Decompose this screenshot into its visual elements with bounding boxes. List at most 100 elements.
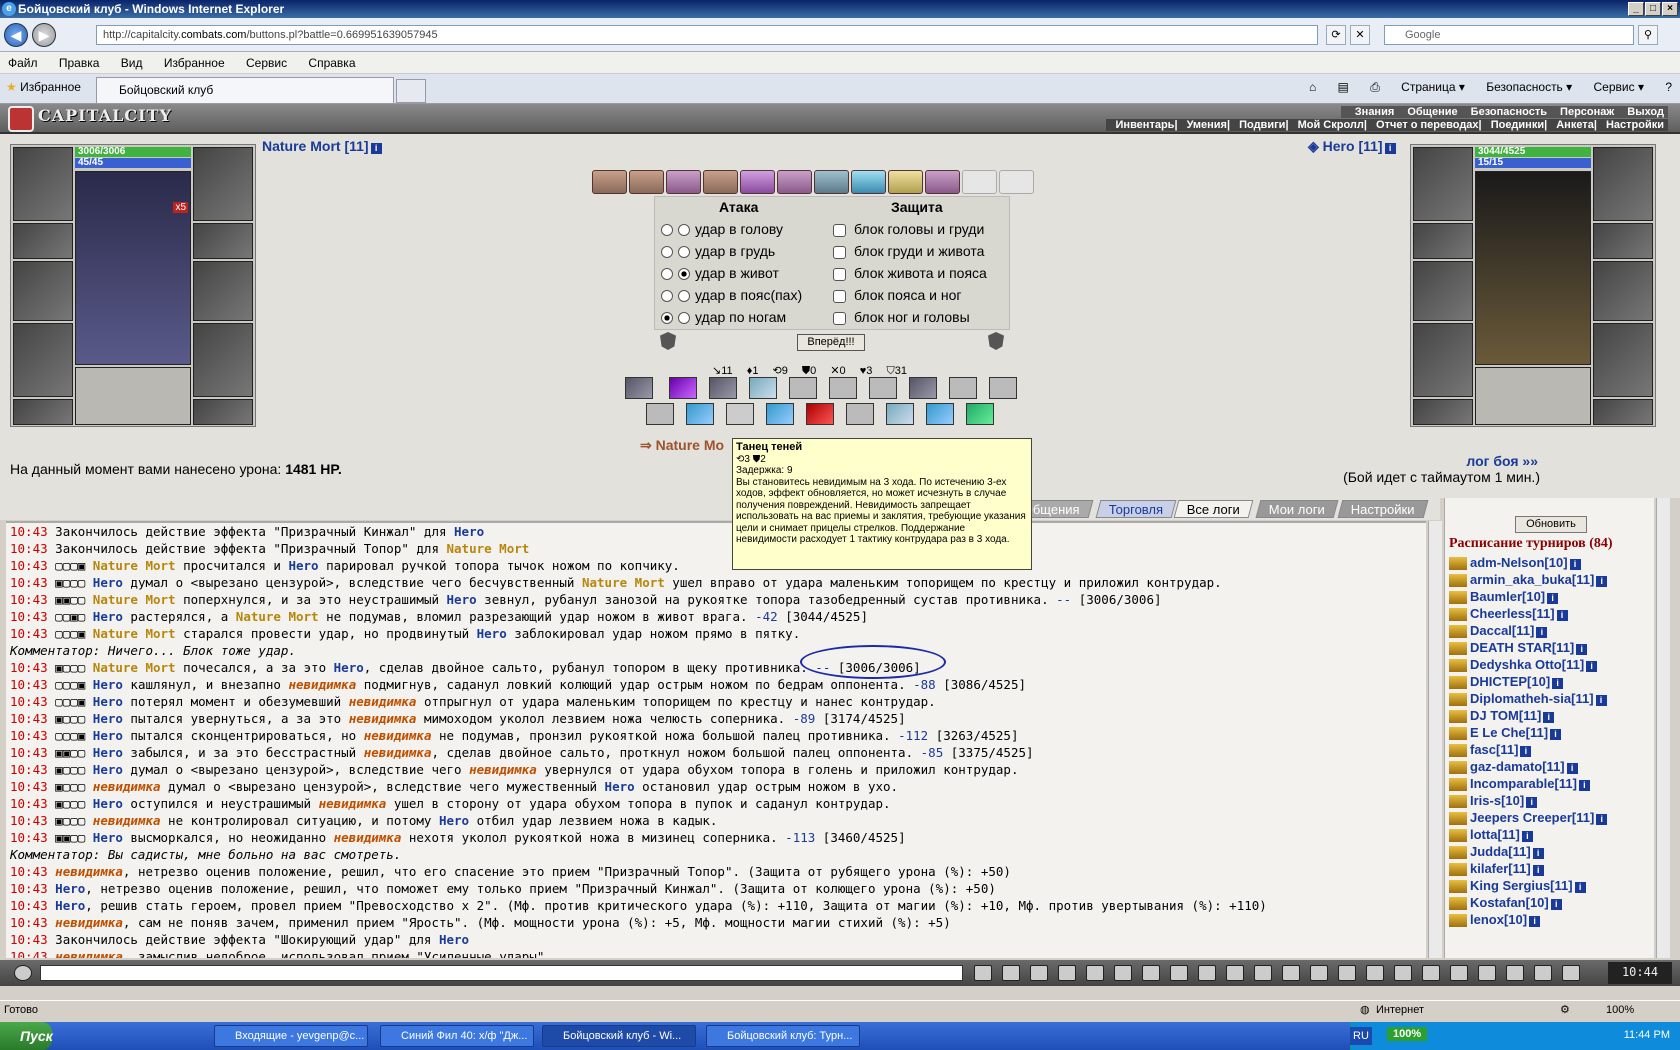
trick-icon[interactable] [926,403,954,425]
opp-right-slot-3[interactable] [1593,261,1653,321]
scroll-slot[interactable] [777,170,812,194]
chat-tool-icon[interactable] [1226,965,1244,981]
stop-icon[interactable]: ✕ [1350,25,1370,45]
menu-view[interactable]: Вид [121,56,143,70]
tournament-player[interactable]: fasc[11] i [1449,741,1532,758]
subnav-settings[interactable]: Настройки [1606,119,1664,131]
scroll-slot[interactable] [888,170,923,194]
block-radio[interactable] [833,289,846,303]
subnav-scroll[interactable]: Мой Скролл [1298,119,1364,131]
player-name[interactable]: gaz-damato[11] [1470,759,1565,774]
block-belt-legs-row[interactable]: блок пояса и ног [833,285,961,305]
right-slot-4[interactable] [193,323,253,397]
subnav-battles[interactable]: Поединки [1491,119,1544,131]
language-indicator[interactable]: RU [1350,1027,1372,1045]
back-button[interactable]: ◀ [4,23,28,47]
go-button[interactable]: Вперёд!!! [797,334,865,351]
player-name[interactable]: armin_aka_buka[11] [1470,572,1594,587]
player-name[interactable]: lotta[11] [1470,827,1520,842]
tournament-player[interactable]: kilafer[11] i [1449,860,1544,877]
tournament-player[interactable]: Judda[11] i [1449,843,1544,860]
trick-icon[interactable] [949,377,977,399]
chat-tool-icon[interactable] [974,965,992,981]
opp-rings-slots[interactable] [1475,367,1591,425]
tournament-player[interactable]: Daccal[11] i [1449,622,1548,639]
new-tab-button[interactable] [396,79,426,103]
tournament-player[interactable]: lenox[10] i [1449,911,1541,928]
right-slot-2[interactable] [193,223,253,259]
scroll-slot[interactable] [703,170,738,194]
player-name[interactable]: E Le Che[11] [1470,725,1548,740]
info-icon[interactable]: i [1543,712,1555,723]
info-icon[interactable]: i [1532,865,1544,876]
menu-tools[interactable]: Сервис [246,56,287,70]
log-scrollbar[interactable] [1428,521,1442,958]
close-window-button[interactable]: × [1662,2,1678,16]
search-input[interactable]: Google [1384,25,1634,45]
player-name[interactable]: Baumler[10] [1470,589,1545,604]
trick-icon[interactable] [966,403,994,425]
attack-groin-row[interactable]: удар в пояс(пах) [661,285,802,305]
tournament-player[interactable]: Kostafan[10] i [1449,894,1562,911]
print-icon[interactable]: ⎙ [1370,80,1380,94]
info-icon[interactable]: i [1550,899,1562,910]
attack-radio-2[interactable] [678,290,690,303]
chat-tool-icon[interactable] [1086,965,1104,981]
player-name[interactable]: Iris-s[10] [1470,793,1524,808]
tournament-player[interactable]: adm-Nelson[10] i [1449,554,1581,571]
subnav-profile[interactable]: Анкета [1556,119,1594,131]
scroll-slot[interactable] [814,170,849,194]
chat-input[interactable] [40,965,963,981]
opp-right-slot-1[interactable] [1593,147,1653,221]
task-browser-1[interactable]: Синий Фил 40: х/ф "Дж... [380,1025,534,1047]
trick-icon[interactable] [709,377,737,399]
player-name[interactable]: DEATH STAR[11] [1470,640,1574,655]
trick-icon[interactable] [886,403,914,425]
empty-scroll-slot[interactable] [999,170,1034,194]
chat-tool-icon[interactable] [1030,965,1048,981]
task-mail[interactable]: Входящие - yevgenp@c... [214,1025,368,1047]
block-legs-head-row[interactable]: блок ног и головы [833,307,970,327]
chat-tool-icon[interactable] [1366,965,1384,981]
scroll-slot[interactable] [592,170,627,194]
player-name[interactable]: Jeepers Creeper[11] [1470,810,1594,825]
tournament-player[interactable]: E Le Che[11] i [1449,724,1562,741]
info-icon[interactable]: i [1532,848,1544,859]
rings-slots[interactable] [75,367,191,425]
feeds-icon[interactable]: ▤ [1338,80,1349,94]
scroll-slot[interactable] [851,170,886,194]
tab-settings[interactable]: Настройки [1337,500,1429,518]
player-name[interactable]: Kostafan[10] [1470,895,1549,910]
boots-slot[interactable] [193,399,253,425]
menu-edit[interactable]: Правка [59,56,100,70]
info-icon[interactable]: i [1526,797,1538,808]
block-head-chest-row[interactable]: блок головы и груди [833,219,984,239]
info-icon[interactable]: i [1547,593,1559,604]
player-name[interactable]: King Sergius[11] [1470,878,1573,893]
attack-radio[interactable] [661,290,673,303]
info-icon[interactable]: i [1574,882,1586,893]
nav-exit[interactable]: Выход [1627,106,1664,118]
chat-tool-icon[interactable] [1058,965,1076,981]
right-slot-1[interactable] [193,147,253,221]
info-icon[interactable]: i [1596,814,1608,825]
scroll-slot[interactable] [629,170,664,194]
task-tournament[interactable]: Бойцовский клуб: Турн... [706,1025,860,1047]
weapon-slot[interactable] [13,261,73,321]
attack-radio-2-selected[interactable] [678,268,690,281]
chat-options-icon[interactable] [14,965,32,981]
tournament-player[interactable]: Baumler[10] i [1449,588,1559,605]
opp-weapon-slot[interactable] [1413,261,1473,321]
player-name[interactable]: Daccal[11] [1470,623,1534,638]
tournament-player[interactable]: DHICTEP[10] i [1449,673,1564,690]
player-name[interactable]: fasc[11] [1470,742,1518,757]
scroll-slot[interactable] [666,170,701,194]
chat-tool-icon[interactable] [1282,965,1300,981]
maximize-button[interactable]: □ [1645,2,1661,16]
trick-icon[interactable] [646,403,674,425]
armor-slot[interactable] [13,323,73,397]
chat-tool-icon[interactable] [1422,965,1440,981]
block-chest-belly-row[interactable]: блок груди и живота [833,241,984,261]
opp-armor-slot[interactable] [1413,323,1473,397]
chat-tool-icon[interactable] [1450,965,1468,981]
